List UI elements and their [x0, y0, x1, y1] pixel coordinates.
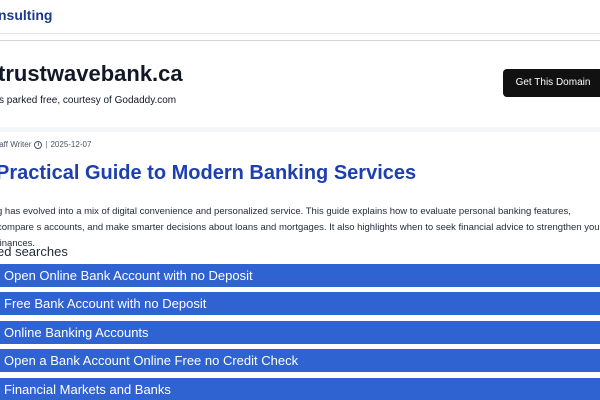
parked-note: s parked free, courtesy of Godaddy.com: [0, 95, 177, 106]
article-title: Practical Guide to Modern Banking Servic…: [0, 162, 417, 184]
related-search-item[interactable]: Open Online Bank Account with no Deposit: [0, 264, 600, 287]
article-date: 2025-12-07: [50, 140, 92, 149]
domain-parking-banner: trustwavebank.ca s parked free, courtesy…: [0, 40, 600, 128]
meta-separator: |: [45, 140, 48, 149]
info-icon[interactable]: i: [34, 140, 43, 149]
section-divider: [0, 127, 600, 132]
get-this-domain-button[interactable]: Get This Domain: [503, 69, 600, 97]
related-search-item[interactable]: Financial Markets and Banks: [0, 378, 600, 400]
article-intro: g has evolved into a mix of digital conv…: [0, 206, 600, 249]
article-meta: taff Writer i | 2025-12-07: [0, 140, 91, 149]
related-search-item[interactable]: Online Banking Accounts: [0, 321, 600, 344]
parked-domain-name: trustwavebank.ca: [0, 61, 183, 86]
top-nav: nsulting: [0, 0, 600, 34]
related-search-item[interactable]: Open a Bank Account Online Free no Credi…: [0, 349, 600, 372]
site-logo[interactable]: nsulting: [0, 7, 52, 23]
related-searches-heading: ed searches: [0, 244, 68, 259]
page: nsulting trustwavebank.ca s parked free,…: [0, 0, 600, 400]
article-author: taff Writer: [0, 140, 32, 149]
related-search-item[interactable]: Free Bank Account with no Deposit: [0, 292, 600, 315]
